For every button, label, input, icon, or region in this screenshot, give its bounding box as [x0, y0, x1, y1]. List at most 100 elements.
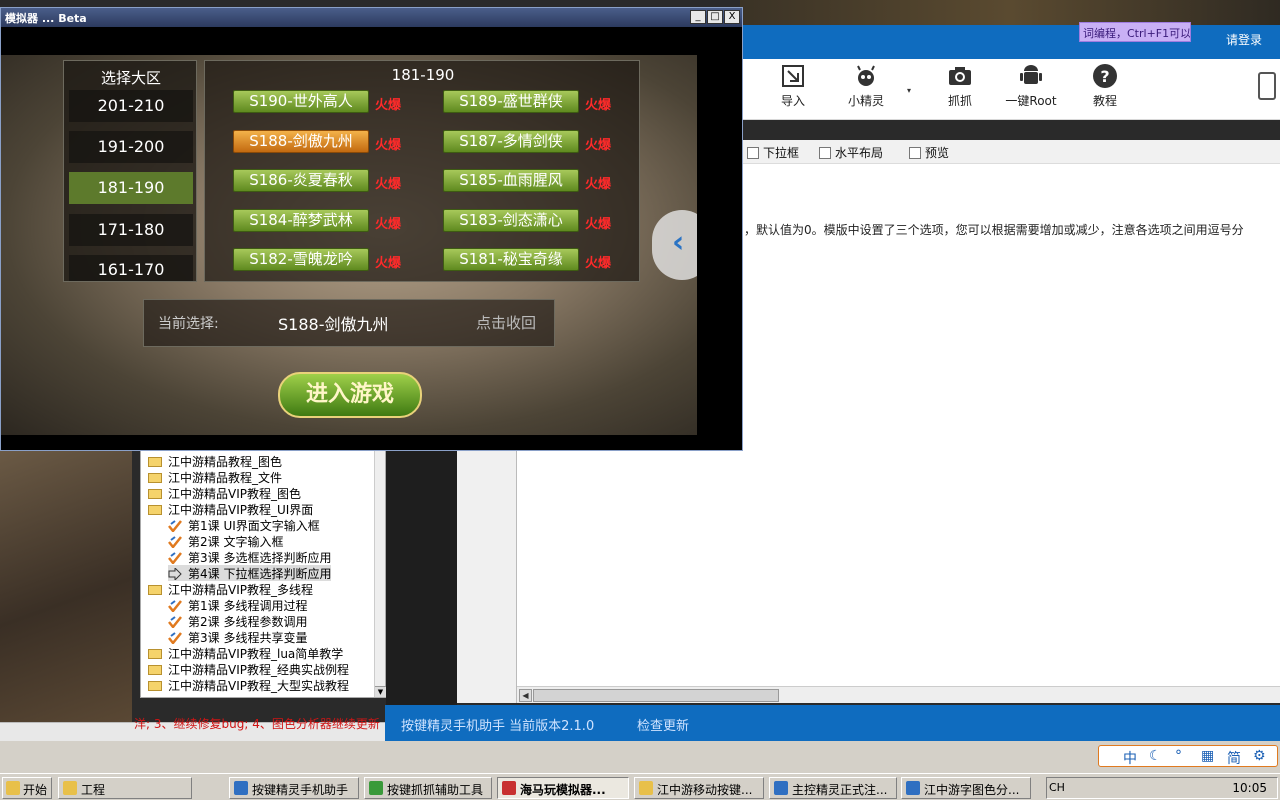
taskbar-button[interactable]: 按键抓抓辅助工具 — [364, 777, 492, 799]
enter-game-button[interactable]: 进入游戏 — [278, 372, 422, 418]
tree-folder[interactable]: 江中游精品VIP教程_大型实战教程 — [148, 677, 349, 693]
dropdown-control-button[interactable]: 下拉框 — [747, 144, 799, 161]
current-selection-value: S188-剑傲九州 — [278, 315, 389, 334]
toolbar-more-chevron-icon[interactable]: ▾ — [907, 86, 911, 95]
version-text: 按键精灵手机助手 当前版本2.1.0 — [401, 719, 595, 734]
app-icon — [502, 781, 516, 795]
taskbar-button[interactable]: 海马玩模拟器... — [497, 777, 629, 799]
minimize-button[interactable]: _ — [690, 10, 706, 24]
tree-item-label: 第2课 多线程参数调用 — [188, 615, 308, 629]
taskbar-button[interactable]: 主控精灵正式注... — [769, 777, 897, 799]
taskbar-button[interactable]: 江中游移动按键... — [634, 777, 764, 799]
ime-glyph[interactable]: ☾ — [1149, 748, 1162, 764]
region-panel: 选择大区 201-210 191-200 181-190 171-180 161… — [63, 60, 197, 282]
server-button[interactable]: S181-秘宝奇缘 — [443, 248, 579, 271]
region-item-active[interactable]: 181-190 — [69, 172, 193, 204]
close-button[interactable]: X — [724, 10, 740, 24]
tree-script[interactable]: 第2课 多线程参数调用 — [168, 613, 308, 630]
language-indicator[interactable]: CH — [1049, 781, 1065, 794]
chevron-left-icon[interactable]: ‹ — [652, 210, 697, 280]
check-update-link[interactable]: 检查更新 — [637, 715, 689, 734]
tree-item-label: 第3课 多线程共享变量 — [188, 631, 308, 645]
server-button[interactable]: S185-血雨腥风 — [443, 169, 579, 192]
region-item[interactable]: 191-200 — [69, 131, 193, 163]
hot-badge: 火爆 — [375, 138, 402, 153]
taskbar-button[interactable]: 按键精灵手机助手 — [229, 777, 359, 799]
taskbar-label: 江中游字图色分... — [924, 783, 1020, 797]
sprite-button[interactable]: 小精灵 — [836, 63, 896, 109]
server-button[interactable]: S182-雪魄龙吟 — [233, 248, 369, 271]
preview-label: 预览 — [925, 146, 950, 160]
region-item[interactable]: 161-170 — [69, 255, 193, 281]
tree-script[interactable]: 第2课 文字输入框 — [168, 533, 283, 550]
server-button[interactable]: S187-多情剑侠 — [443, 130, 579, 153]
server-button-selected[interactable]: S188-剑傲九州 — [233, 130, 369, 153]
scroll-down-icon[interactable]: ▼ — [375, 686, 386, 697]
phone-icon[interactable] — [1258, 72, 1276, 100]
sprite-icon — [857, 65, 875, 86]
horizontal-layout-button[interactable]: 水平布局 — [819, 144, 883, 161]
region-item[interactable]: 171-180 — [69, 214, 193, 246]
tree-folder[interactable]: 江中游精品VIP教程_lua简单教学 — [148, 645, 343, 661]
dark-panel — [386, 450, 457, 705]
folder-icon — [148, 665, 162, 675]
tree-script[interactable]: 第4课 下拉框选择判断应用 — [168, 565, 332, 582]
ime-glyph[interactable]: 中 — [1123, 748, 1137, 768]
scroll-thumb[interactable] — [533, 689, 779, 702]
maximize-button[interactable]: □ — [707, 10, 723, 24]
editor-area[interactable] — [517, 450, 1280, 686]
folder-icon — [148, 681, 162, 691]
start-button[interactable]: 开始 — [2, 777, 52, 799]
desktop-band — [0, 741, 1280, 773]
folder-icon — [148, 585, 162, 595]
emulator-title: 模拟器 ... Beta — [5, 12, 87, 25]
server-button[interactable]: S189-盛世群侠 — [443, 90, 579, 113]
tree-folder[interactable]: 江中游精品VIP教程_图色 — [148, 485, 301, 501]
tree-item-label: 江中游精品VIP教程_图色 — [168, 487, 301, 501]
tree-item-label: 江中游精品教程_文件 — [168, 471, 283, 485]
taskbar-label: 海马玩模拟器... — [520, 783, 606, 797]
login-link[interactable]: 请登录 — [1226, 31, 1262, 48]
horizontal-scrollbar[interactable]: ◀ — [517, 686, 1280, 703]
background-top-strip — [740, 0, 1280, 25]
sprite-label: 小精灵 — [847, 94, 884, 108]
taskbar-button[interactable]: 江中游字图色分... — [901, 777, 1031, 799]
tree-script[interactable]: 第3课 多选框选择判断应用 — [168, 549, 331, 566]
hot-badge: 火爆 — [375, 177, 402, 192]
ime-glyph[interactable]: 简 — [1227, 748, 1241, 768]
hot-badge: 火爆 — [585, 217, 612, 232]
server-button[interactable]: S186-炎夏春秋 — [233, 169, 369, 192]
ime-glyph[interactable]: ° — [1175, 748, 1182, 764]
server-button[interactable]: S190-世外高人 — [233, 90, 369, 113]
root-button[interactable]: 一键Root — [1001, 63, 1061, 109]
capture-button[interactable]: 抓抓 — [930, 63, 990, 109]
collapse-button[interactable]: 点击收回 — [476, 312, 536, 333]
emulator-title-bar[interactable]: 模拟器 ... Beta — [1, 8, 742, 27]
tree-script[interactable]: 第3课 多线程共享变量 — [168, 629, 308, 646]
server-button[interactable]: S183-剑态潇心 — [443, 209, 579, 232]
script-icon — [168, 552, 182, 566]
horizontal-layout-label: 水平布局 — [835, 146, 884, 160]
server-button[interactable]: S184-醉梦武林 — [233, 209, 369, 232]
tree-script[interactable]: 第1课 多线程调用过程 — [168, 597, 307, 614]
camera-icon — [949, 67, 971, 85]
emulator-window: 模拟器 ... Beta _ □ X 选择大区 201-210 191-200 … — [0, 7, 743, 451]
scroll-left-icon[interactable]: ◀ — [519, 689, 532, 702]
taskbar-button[interactable]: 工程 — [58, 777, 192, 799]
windows-logo-icon — [6, 781, 20, 795]
tree-folder[interactable]: 江中游精品VIP教程_多线程 — [148, 581, 313, 597]
import-button[interactable]: 导入 — [763, 63, 823, 109]
tree-script[interactable]: 第1课 UI界面文字输入框 — [168, 517, 320, 534]
tutorial-button[interactable]: ? 教程 — [1075, 63, 1135, 109]
ime-glyph[interactable]: ▦ — [1201, 748, 1214, 764]
preview-button[interactable]: 预览 — [909, 144, 949, 161]
tree-folder[interactable]: 江中游精品教程_文件 — [148, 469, 282, 485]
ime-glyph[interactable]: ⚙ — [1253, 748, 1266, 764]
tree-scrollbar[interactable]: ▼ — [374, 451, 386, 697]
tree-folder[interactable]: 江中游精品教程_图色 — [148, 453, 282, 469]
tree-item-label: 江中游精品VIP教程_多线程 — [168, 583, 313, 597]
tree-folder[interactable]: 江中游精品VIP教程_UI界面 — [148, 501, 313, 517]
tree-folder[interactable]: 江中游精品VIP教程_经典实战例程 — [148, 661, 349, 677]
start-label: 开始 — [23, 783, 48, 797]
region-item[interactable]: 201-210 — [69, 90, 193, 122]
